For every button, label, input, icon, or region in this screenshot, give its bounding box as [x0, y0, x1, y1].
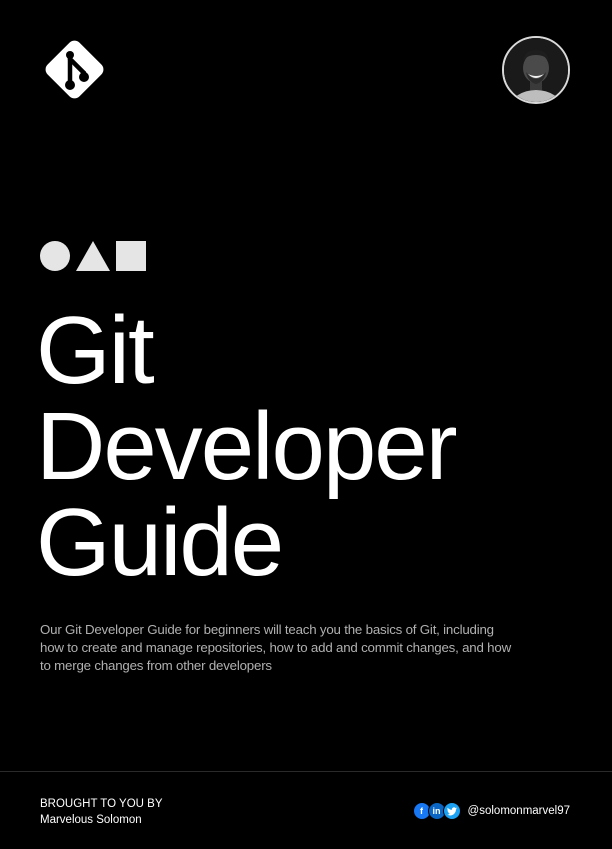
title-line-git: Git — [36, 297, 155, 404]
page-title: Git Developer Guide — [36, 297, 458, 596]
twitter-icon[interactable] — [442, 802, 461, 820]
social-block: f in @solomonmarvel97 — [412, 802, 570, 820]
triangle-shape-icon — [76, 241, 110, 271]
footer-divider — [0, 771, 612, 772]
circle-shape-icon — [40, 241, 70, 271]
social-handle[interactable]: @solomonmarvel97 — [468, 805, 570, 817]
title-line-developer: Developer — [36, 393, 458, 500]
brought-by-label: BROUGHT TO YOU BY — [40, 798, 163, 810]
title-line-guide: Guide — [36, 489, 284, 596]
square-shape-icon — [116, 241, 146, 271]
credit-block: BROUGHT TO YOU BY Marvelous Solomon — [40, 796, 163, 828]
decorative-shapes — [40, 240, 150, 272]
avatar — [502, 36, 570, 104]
git-logo-icon — [40, 35, 109, 104]
author-name: Marvelous Solomon — [40, 814, 142, 826]
guide-description: Our Git Developer Guide for beginners wi… — [40, 622, 511, 673]
